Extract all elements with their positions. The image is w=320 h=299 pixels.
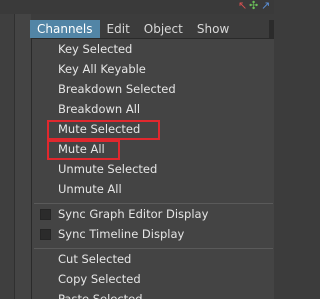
menu-item-key-selected[interactable]: Key Selected bbox=[58, 39, 132, 59]
menu-show[interactable]: Show bbox=[190, 20, 236, 38]
checkbox-sync-timeline[interactable] bbox=[40, 229, 51, 240]
menu-item-copy-selected[interactable]: Copy Selected bbox=[58, 269, 141, 289]
channels-dropdown-menu: Key Selected Key All Keyable Breakdown S… bbox=[31, 38, 274, 299]
red-arrow-icon[interactable]: ↖ bbox=[238, 0, 247, 12]
top-strip bbox=[0, 0, 274, 14]
menu-edit[interactable]: Edit bbox=[100, 20, 137, 38]
blue-arrow-icon[interactable]: ↗ bbox=[261, 0, 270, 12]
green-cross-icon[interactable]: ✣ bbox=[249, 0, 258, 12]
menu-object[interactable]: Object bbox=[137, 20, 190, 38]
left-panel bbox=[0, 14, 14, 299]
highlight-box-mute-selected bbox=[47, 120, 160, 140]
menu-item-breakdown-all[interactable]: Breakdown All bbox=[58, 99, 140, 119]
menu-item-unmute-all[interactable]: Unmute All bbox=[58, 179, 122, 199]
menu-bar: Channels Edit Object Show bbox=[30, 20, 236, 38]
highlight-box-mute-all bbox=[47, 140, 120, 160]
menu-item-cut-selected[interactable]: Cut Selected bbox=[58, 249, 131, 269]
menu-item-paste-selected[interactable]: Paste Selected bbox=[58, 289, 143, 299]
menu-item-breakdown-selected[interactable]: Breakdown Selected bbox=[58, 79, 176, 99]
menu-item-unmute-selected[interactable]: Unmute Selected bbox=[58, 159, 157, 179]
left-strip bbox=[14, 14, 31, 299]
maya-channel-box-window: ↖ ✣ ↗ Channels Edit Object Show Key Sele… bbox=[0, 0, 274, 299]
menu-item-sync-graph-editor[interactable]: Sync Graph Editor Display bbox=[58, 204, 208, 224]
checkbox-sync-graph-editor[interactable] bbox=[40, 209, 51, 220]
menu-item-sync-timeline[interactable]: Sync Timeline Display bbox=[58, 224, 184, 244]
menu-channels[interactable]: Channels bbox=[30, 20, 100, 38]
menu-item-key-all-keyable[interactable]: Key All Keyable bbox=[58, 59, 146, 79]
